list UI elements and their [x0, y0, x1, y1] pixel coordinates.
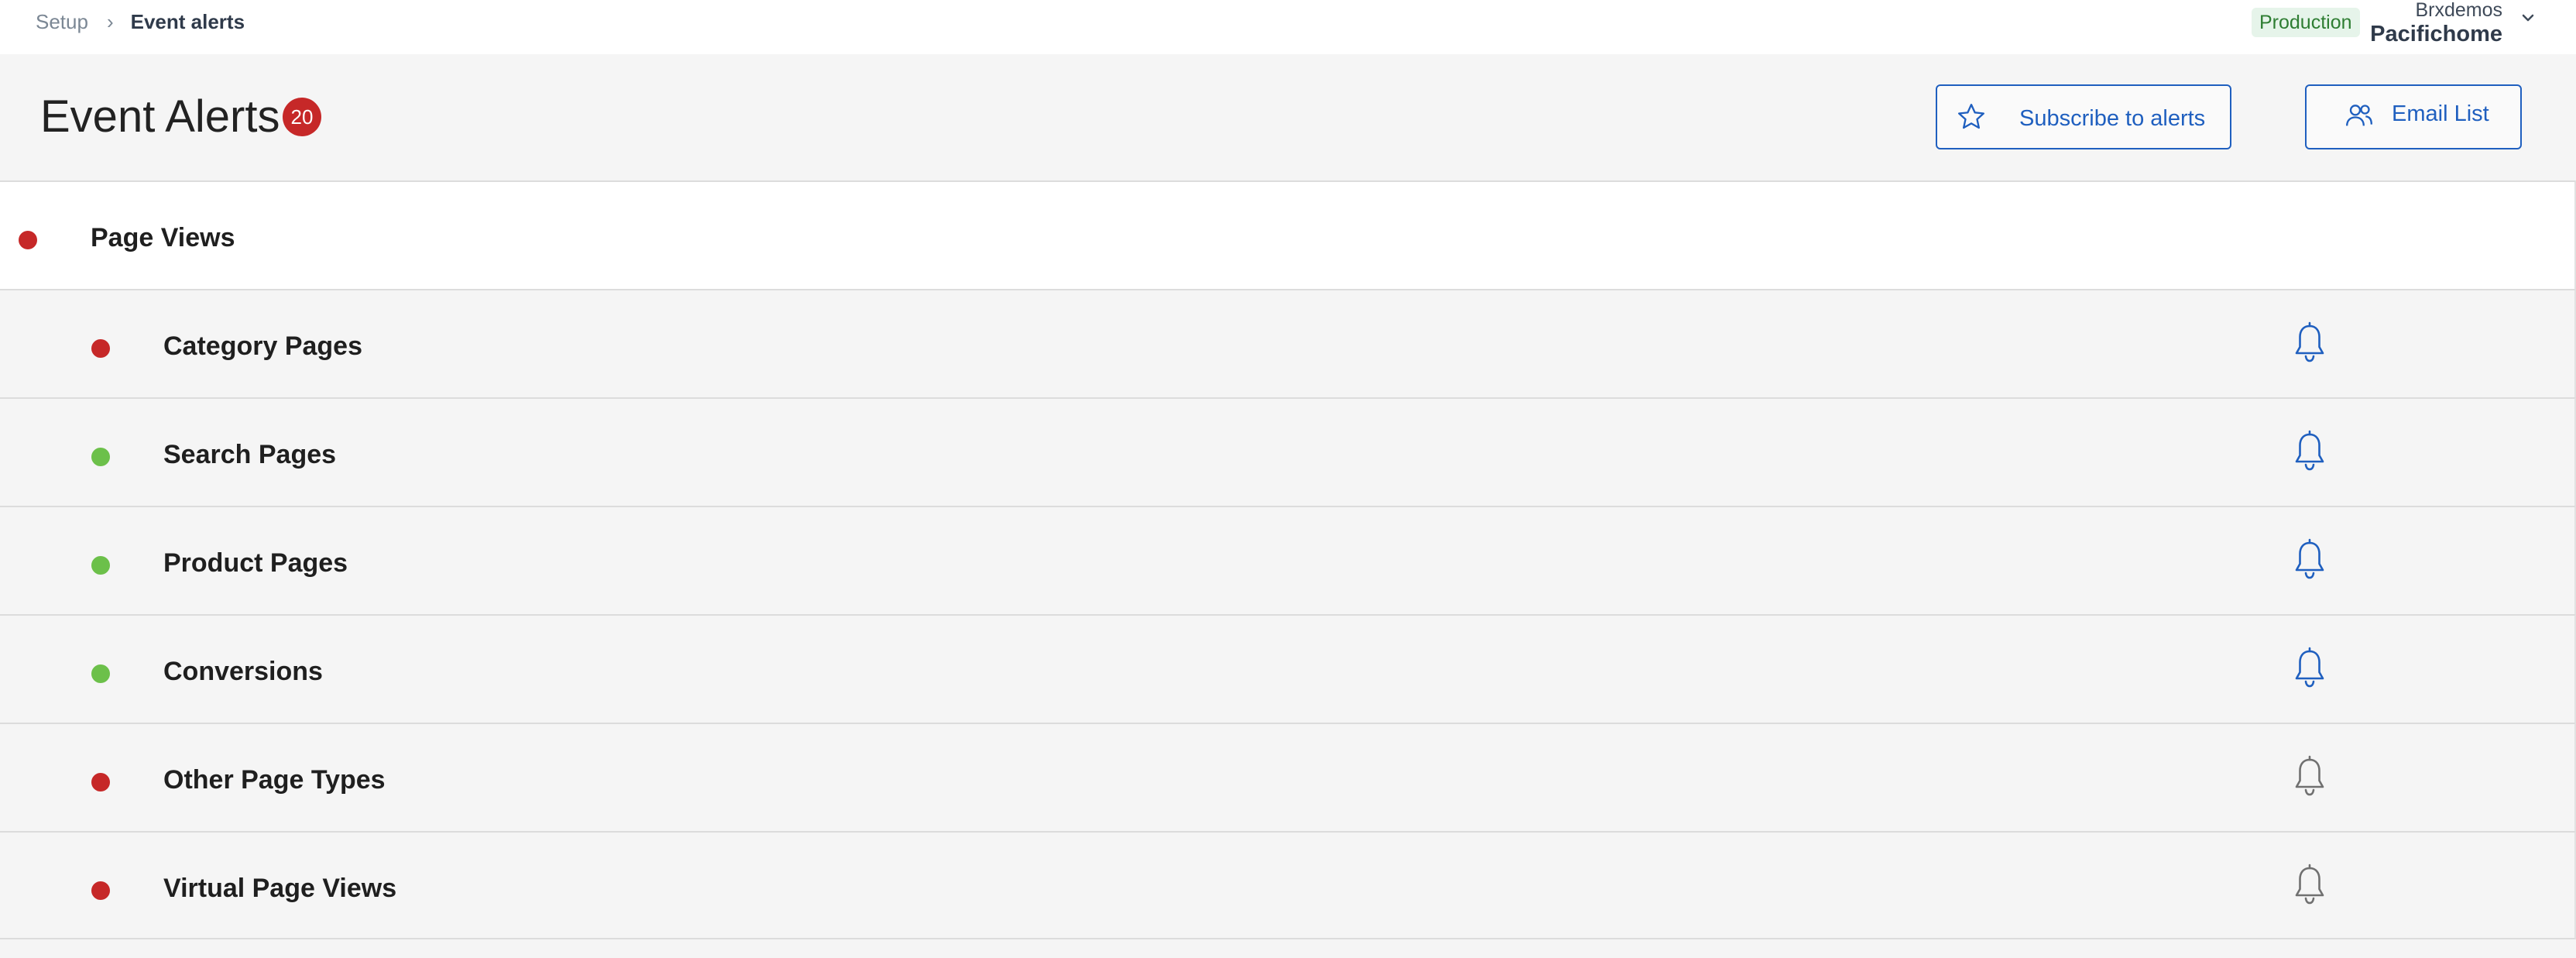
- list-item-page-views[interactable]: Page Views: [0, 180, 2576, 289]
- breadcrumb-current: Event alerts: [130, 10, 245, 33]
- bell-icon[interactable]: [2292, 321, 2327, 365]
- users-icon: [2346, 105, 2372, 126]
- bell-icon[interactable]: [2292, 430, 2327, 473]
- alert-count-badge: 20: [283, 98, 321, 136]
- status-dot: [91, 556, 110, 575]
- event-alert-list: Page Views Category Pages Search Pages P…: [0, 180, 2576, 939]
- list-item-label: Product Pages: [163, 548, 348, 578]
- top-bar: Setup › Event alerts Production Brxdemos…: [0, 0, 2576, 54]
- list-item-label: Category Pages: [163, 331, 362, 361]
- subscribe-button-label: Subscribe to alerts: [2019, 106, 2206, 131]
- chevron-down-icon[interactable]: [2518, 8, 2538, 28]
- email-list-button[interactable]: Email List: [2305, 84, 2522, 149]
- list-item-label: Search Pages: [163, 440, 337, 469]
- breadcrumb-separator-icon: ›: [106, 10, 114, 33]
- status-dot: [19, 231, 37, 249]
- list-item-category-pages[interactable]: Category Pages: [0, 289, 2576, 397]
- list-item-conversions[interactable]: Conversions: [0, 614, 2576, 723]
- bell-icon[interactable]: [2292, 755, 2327, 798]
- list-item-label: Conversions: [163, 657, 323, 686]
- email-list-button-label: Email List: [2392, 101, 2489, 126]
- list-item-label: Virtual Page Views: [163, 874, 397, 903]
- account-switcher[interactable]: Brxdemos Pacifichome: [2369, 0, 2502, 48]
- status-dot: [91, 881, 110, 900]
- bell-icon[interactable]: [2292, 647, 2327, 690]
- list-item-search-pages[interactable]: Search Pages: [0, 397, 2576, 506]
- breadcrumb-setup-link[interactable]: Setup: [36, 8, 88, 36]
- status-dot: [91, 664, 110, 683]
- status-dot: [91, 448, 110, 466]
- environment-badge: Production: [2252, 8, 2360, 37]
- bell-icon[interactable]: [2292, 538, 2327, 582]
- list-item-label: Other Page Types: [163, 765, 386, 795]
- subscribe-to-alerts-button[interactable]: Subscribe to alerts: [1936, 84, 2231, 149]
- bell-icon[interactable]: [2292, 864, 2327, 907]
- page-title: Event Alerts: [40, 91, 280, 142]
- list-item-other-page-types[interactable]: Other Page Types: [0, 723, 2576, 831]
- status-dot: [91, 339, 110, 358]
- list-item-product-pages[interactable]: Product Pages: [0, 506, 2576, 614]
- account-org: Brxdemos: [2415, 0, 2502, 21]
- list-item-virtual-page-views[interactable]: Virtual Page Views: [0, 831, 2576, 939]
- account-name: Pacifichome: [2370, 22, 2502, 46]
- star-icon: [1958, 104, 1984, 129]
- status-dot: [91, 773, 110, 791]
- breadcrumb: Setup › Event alerts: [36, 8, 245, 36]
- list-item-label: Page Views: [91, 223, 235, 252]
